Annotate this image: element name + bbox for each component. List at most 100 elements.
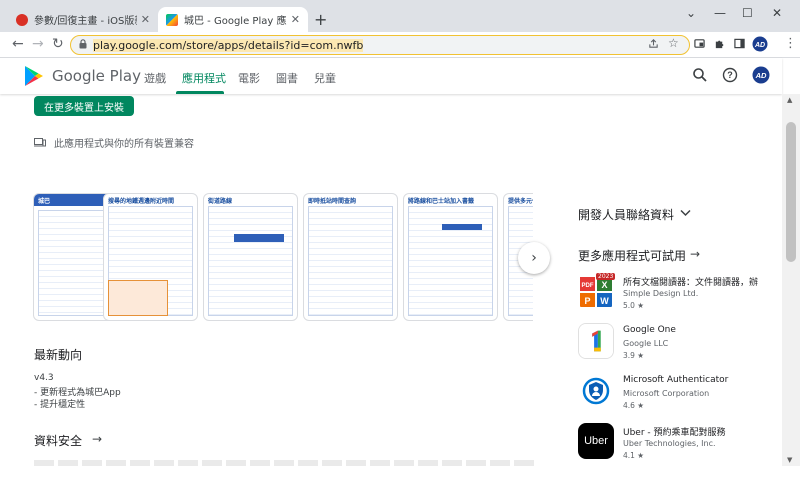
app-item-doc-reader[interactable]: PDF X P W 2023 所有文檔閱讀器：文件閱讀器，辦 Simple De…: [578, 273, 778, 313]
chevron-down-icon[interactable]: [680, 209, 691, 217]
google-play-favicon-icon: [166, 13, 178, 26]
help-icon[interactable]: ?: [722, 67, 738, 83]
svg-text:X: X: [601, 280, 607, 290]
profile-icon[interactable]: AD: [752, 36, 768, 52]
scroll-thumb[interactable]: [786, 122, 796, 262]
compatibility-text: 此應用程式與你的所有裝置兼容: [54, 139, 194, 150]
forward-button[interactable]: →: [32, 36, 44, 52]
puzzle-icon[interactable]: [714, 38, 725, 49]
uber-app-icon: Uber: [578, 423, 614, 459]
changelog-line: - 提升穩定性: [34, 400, 86, 410]
arrow-right-icon[interactable]: →: [690, 247, 700, 261]
tab-label: 城巴 - Google Play 應用程式: [184, 16, 287, 27]
screenshot-title: 即時抵站時間查詢: [308, 198, 357, 205]
screenshot-callout: [108, 280, 168, 316]
screenshot-3[interactable]: 街道路線: [203, 193, 298, 321]
app-item-uber[interactable]: Uber Uber - 預約乘車配對服務 Uber Technologies, …: [578, 423, 778, 463]
sidepanel-icon[interactable]: [734, 38, 745, 49]
minimize-button[interactable]: —: [714, 6, 726, 20]
chevron-right-icon: ›: [531, 250, 537, 266]
year-badge: 2023: [596, 273, 616, 280]
tab-bar: 參數/回復主畫 - iOS版新巴城巴App ✕ 城巴 - Google Play…: [0, 0, 800, 32]
svg-text:AD: AD: [754, 42, 765, 49]
bookmark-star-icon[interactable]: ☆: [668, 36, 679, 50]
more-apps-heading[interactable]: 更多應用程式可試用: [578, 247, 686, 264]
screenshot-content: [308, 206, 393, 316]
whats-new-heading: 最新動向: [34, 348, 83, 362]
page-bottom-edge: [0, 466, 800, 500]
app-rating: 3.9 ★: [623, 351, 645, 360]
app-rating: 4.6 ★: [623, 401, 645, 410]
nav-games[interactable]: 遊戲: [144, 70, 166, 86]
app-rating: 4.1 ★: [623, 451, 645, 460]
tab-close-icon[interactable]: ✕: [141, 13, 150, 26]
nav-books[interactable]: 圖書: [276, 70, 298, 86]
app-item-google-one[interactable]: Google One Google LLC 3.9 ★: [578, 323, 778, 363]
screenshot-content: [408, 206, 493, 316]
arrow-right-icon[interactable]: →: [92, 432, 102, 446]
screenshot-title: 提供多元化: [508, 198, 533, 205]
screenshot-5[interactable]: 將路線和巴士站加入書籤: [403, 193, 498, 321]
address-bar[interactable]: play.google.com/store/apps/details?id=co…: [70, 35, 690, 55]
screenshot-2[interactable]: 搜尋的地鐵週邊附近時間: [103, 193, 198, 321]
back-button[interactable]: ←: [12, 36, 24, 52]
google-play-logo-icon[interactable]: [22, 64, 46, 88]
screenshot-carousel: 城巴 搜尋的地鐵週邊附近時間 街道路線 即時抵站時間查詢 將路線和巴士站加入書籤…: [33, 193, 533, 323]
svg-text:?: ?: [727, 70, 733, 80]
app-rating: 5.0 ★: [623, 301, 645, 310]
nav-movies[interactable]: 電影: [238, 70, 260, 86]
site-favicon-icon: [16, 13, 28, 26]
close-window-button[interactable]: ✕: [772, 6, 782, 20]
search-icon[interactable]: [692, 67, 708, 83]
developer-contact-heading[interactable]: 開發人員聯絡資料: [578, 206, 674, 223]
app-name: Microsoft Authenticator: [623, 375, 729, 385]
url-text[interactable]: play.google.com/store/apps/details?id=co…: [93, 39, 364, 52]
tab-active[interactable]: 城巴 - Google Play 應用程式 ✕: [158, 7, 308, 32]
app-name: Google One: [623, 325, 676, 335]
app-item-microsoft-authenticator[interactable]: Microsoft Authenticator Microsoft Corpor…: [578, 373, 778, 413]
tab-close-icon[interactable]: ✕: [291, 13, 300, 26]
tab-label: 參數/回復主畫 - iOS版新巴城巴App: [34, 16, 137, 27]
tab-search-dropdown-icon[interactable]: ⌄: [686, 6, 696, 20]
authenticator-app-icon: [578, 373, 614, 409]
screenshot-title: 搜尋的地鐵週邊附近時間: [108, 198, 175, 205]
svg-text:AD: AD: [755, 71, 767, 80]
screenshot-highlight: [234, 234, 284, 242]
data-safety-heading[interactable]: 資料安全: [34, 432, 82, 449]
app-developer: Google LLC: [623, 339, 669, 348]
google-one-app-icon: [578, 323, 614, 359]
screenshot-title: 將路線和巴士站加入書籤: [408, 198, 475, 205]
screenshot-4[interactable]: 即時抵站時間查詢: [303, 193, 398, 321]
tab-inactive[interactable]: 參數/回復主畫 - iOS版新巴城巴App ✕: [8, 7, 158, 32]
nav-apps[interactable]: 應用程式: [182, 70, 226, 86]
svg-text:W: W: [600, 296, 609, 306]
app-developer: Simple Design Ltd.: [623, 289, 699, 298]
screenshot-title: 街道路線: [208, 198, 233, 205]
nav-kids[interactable]: 兒童: [314, 70, 336, 86]
share-icon[interactable]: [648, 38, 659, 49]
carousel-next-button[interactable]: ›: [518, 242, 550, 274]
scroll-up-icon[interactable]: ▲: [787, 96, 792, 104]
lock-icon[interactable]: [79, 39, 87, 49]
account-avatar-icon[interactable]: AD: [752, 66, 770, 84]
screenshot-content: [208, 206, 293, 316]
reload-button[interactable]: ↻: [52, 36, 64, 52]
version-text: v4.3: [34, 373, 54, 383]
menu-icon[interactable]: ⋮: [784, 36, 797, 51]
install-more-devices-button[interactable]: 在更多裝置上安裝: [34, 96, 134, 116]
app-developer: Microsoft Corporation: [623, 389, 710, 398]
active-nav-indicator: [176, 91, 224, 94]
svg-text:PDF: PDF: [582, 283, 594, 289]
maximize-button[interactable]: ☐: [742, 6, 753, 20]
google-play-brand[interactable]: Google Play: [52, 67, 141, 85]
devices-icon: [34, 138, 46, 147]
scroll-down-icon[interactable]: ▼: [787, 456, 792, 464]
play-header: Google Play 遊戲 應用程式 電影 圖書 兒童 ? AD: [0, 58, 782, 94]
screenshot-highlight: [442, 224, 482, 230]
svg-text:P: P: [584, 296, 590, 306]
new-tab-button[interactable]: +: [314, 10, 327, 29]
app-name: Uber - 預約乘車配對服務: [623, 428, 726, 438]
page-scrollbar[interactable]: ▲ ▼: [782, 94, 800, 466]
app-developer: Uber Technologies, Inc.: [623, 439, 716, 448]
extension-icon[interactable]: [694, 38, 705, 49]
